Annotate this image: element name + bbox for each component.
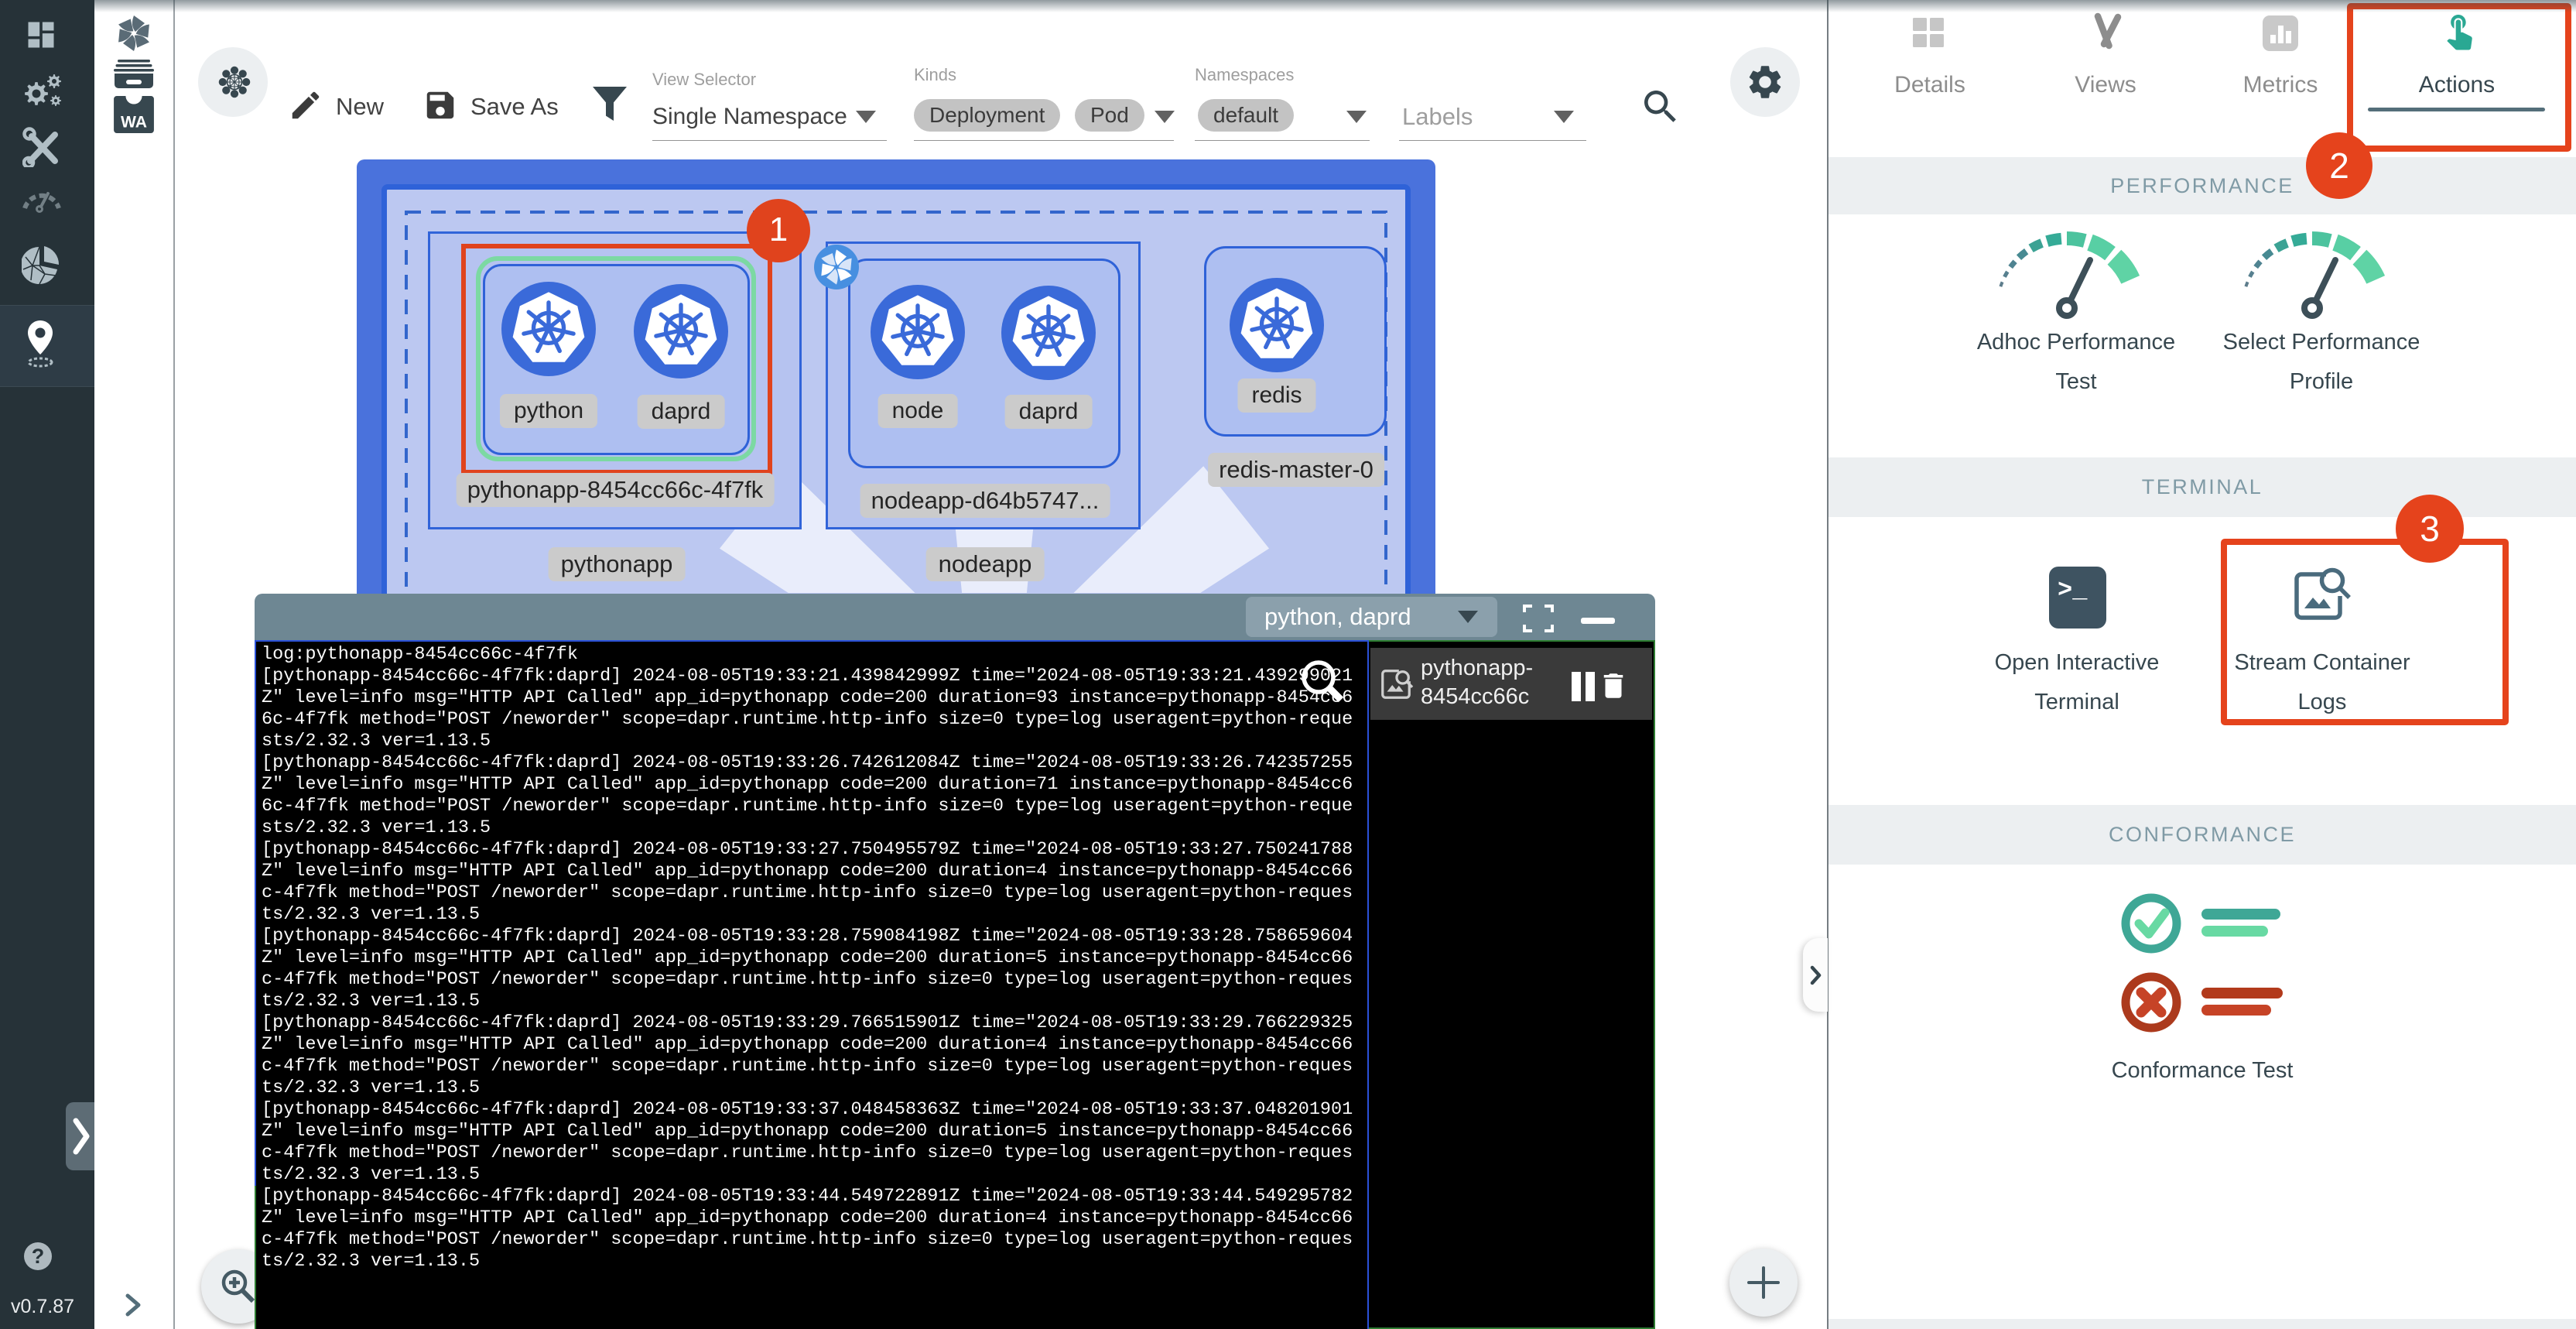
svg-text:WA: WA	[121, 113, 147, 131]
